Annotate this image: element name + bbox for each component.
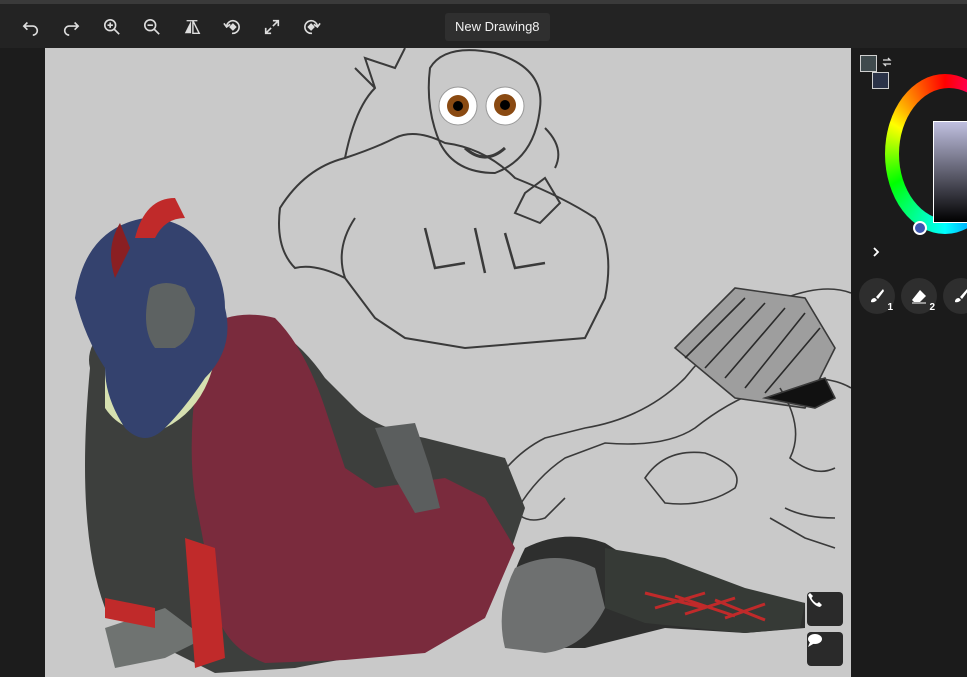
fullscreen-button[interactable] bbox=[258, 14, 286, 40]
brush-slot-3[interactable] bbox=[943, 278, 967, 314]
redo-icon bbox=[63, 21, 80, 36]
chat-button[interactable] bbox=[807, 632, 843, 666]
drawing-canvas[interactable] bbox=[45, 48, 851, 677]
brush-icon bbox=[871, 289, 884, 303]
top-toolbar: New Drawing8 bbox=[0, 0, 967, 48]
eraser-icon bbox=[912, 290, 926, 304]
googly-eyes bbox=[438, 86, 525, 126]
zoom-in-button[interactable] bbox=[98, 14, 126, 40]
eraser-slot-2[interactable]: 2 bbox=[901, 278, 937, 314]
rotate-left-icon bbox=[223, 20, 240, 35]
primary-color-swatch[interactable] bbox=[860, 55, 877, 72]
flip-button[interactable] bbox=[178, 14, 206, 40]
brush-icon bbox=[955, 289, 967, 303]
brush-slot-1[interactable]: 1 bbox=[859, 278, 895, 314]
phone-icon bbox=[808, 593, 822, 607]
rotate-left-button[interactable] bbox=[218, 14, 246, 40]
rotate-right-icon bbox=[304, 20, 321, 35]
secondary-color-swatch[interactable] bbox=[872, 72, 889, 89]
redo-button[interactable] bbox=[57, 14, 85, 40]
chat-icon bbox=[808, 634, 822, 647]
right-panel: 1 2 bbox=[851, 48, 967, 677]
flip-icon bbox=[184, 20, 201, 35]
document-title[interactable]: New Drawing8 bbox=[445, 13, 550, 41]
zoom-in-icon bbox=[103, 18, 120, 35]
swap-colors-icon[interactable] bbox=[881, 56, 893, 68]
rotate-right-button[interactable] bbox=[298, 14, 326, 40]
saturation-value-square[interactable] bbox=[933, 121, 967, 223]
fullscreen-icon bbox=[264, 19, 280, 35]
artwork bbox=[75, 48, 851, 673]
zoom-out-icon bbox=[143, 18, 160, 35]
hue-picker-handle[interactable] bbox=[913, 221, 927, 235]
call-button[interactable] bbox=[807, 592, 843, 626]
undo-icon bbox=[22, 21, 39, 36]
sketch-figure-right bbox=[494, 287, 851, 549]
zoom-out-button[interactable] bbox=[138, 14, 166, 40]
expand-chevron-icon[interactable] bbox=[871, 246, 881, 258]
undo-button[interactable] bbox=[17, 14, 45, 40]
character-drawing bbox=[75, 198, 805, 673]
left-panel bbox=[0, 48, 45, 677]
